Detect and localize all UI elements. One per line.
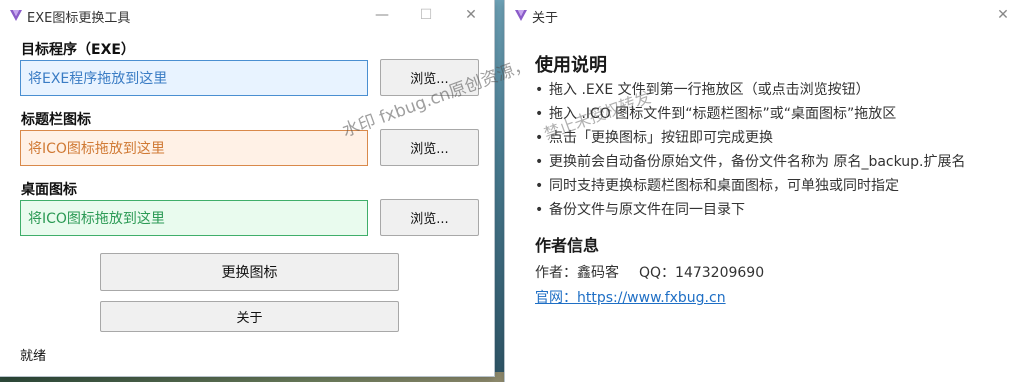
minimize-icon: — <box>375 7 389 23</box>
close-button[interactable]: ✕ <box>449 0 493 30</box>
minimize-button[interactable]: — <box>360 0 404 30</box>
exe-drop-text: 将EXE程序拖放到这里 <box>28 71 168 87</box>
about-button[interactable]: 关于 <box>100 301 399 332</box>
app-logo-icon <box>515 10 527 21</box>
exe-drop-zone[interactable]: 将EXE程序拖放到这里 <box>20 60 368 96</box>
close-icon: ✕ <box>465 7 477 23</box>
usage-heading: 使用说明 <box>535 55 607 76</box>
usage-list: • 拖入 .EXE 文件到第一行拖放区（或点击浏览按钮） • 拖入 .ICO 图标文… <box>535 78 966 222</box>
exe-browse-button[interactable]: 浏览... <box>380 59 479 96</box>
list-item: • 拖入 .EXE 文件到第一行拖放区（或点击浏览按钮） <box>535 78 966 102</box>
list-item: • 备份文件与原文件在同一目录下 <box>535 198 966 222</box>
bullet-icon: • <box>535 106 544 122</box>
list-item: • 拖入 .ICO 图标文件到“标题栏图标”或“桌面图标”拖放区 <box>535 102 966 126</box>
app-logo-icon <box>10 10 22 21</box>
main-window-title: EXE图标更换工具 <box>27 11 131 26</box>
desktop-icon-browse-button[interactable]: 浏览... <box>380 199 479 236</box>
author-name: 作者：鑫码客 <box>535 265 619 281</box>
bullet-icon: • <box>535 202 544 218</box>
author-info: 作者：鑫码客 QQ：1473209690 <box>535 262 764 282</box>
titlebar-icon-drop-text: 将ICO图标拖放到这里 <box>28 141 165 157</box>
desktop-icon-drop-zone[interactable]: 将ICO图标拖放到这里 <box>20 200 368 236</box>
author-heading: 作者信息 <box>535 236 600 255</box>
list-item: • 同时支持更换标题栏图标和桌面图标，可单独或同时指定 <box>535 174 966 198</box>
main-window: EXE图标更换工具 — ☐ ✕ 目标程序（EXE） 将EXE程序拖放到这里 浏览… <box>0 0 494 376</box>
maximize-button[interactable]: ☐ <box>404 0 448 30</box>
main-titlebar[interactable]: EXE图标更换工具 — ☐ ✕ <box>0 0 494 30</box>
bullet-icon: • <box>535 130 544 146</box>
titlebar-icon-browse-button[interactable]: 浏览... <box>380 129 479 166</box>
replace-icon-button[interactable]: 更换图标 <box>100 253 399 291</box>
about-titlebar[interactable]: 关于 ✕ <box>505 0 1019 30</box>
status-bar: 就绪 <box>12 343 480 365</box>
website-link[interactable]: 官网：https://www.fxbug.cn <box>535 287 726 307</box>
titlebar-icon-section-label: 标题栏图标 <box>21 112 91 128</box>
desktop-icon-drop-text: 将ICO图标拖放到这里 <box>28 211 165 227</box>
bullet-icon: • <box>535 82 544 98</box>
desktop-icon-section-label: 桌面图标 <box>21 182 77 198</box>
bullet-icon: • <box>535 178 544 194</box>
status-text: 就绪 <box>20 348 47 364</box>
about-close-button[interactable]: ✕ <box>981 0 1019 30</box>
about-window: 关于 ✕ 使用说明 • 拖入 .EXE 文件到第一行拖放区（或点击浏览按钮） • 拖… <box>505 0 1019 382</box>
list-item: • 更换前会自动备份原始文件，备份文件名称为 原名_backup.扩展名 <box>535 150 966 174</box>
author-qq: QQ：1473209690 <box>639 265 765 281</box>
bullet-icon: • <box>535 154 544 170</box>
maximize-icon: ☐ <box>419 7 433 23</box>
titlebar-icon-drop-zone[interactable]: 将ICO图标拖放到这里 <box>20 130 368 166</box>
about-window-title: 关于 <box>532 11 559 26</box>
close-icon: ✕ <box>997 7 1009 23</box>
exe-section-label: 目标程序（EXE） <box>21 42 135 58</box>
list-item: • 点击「更换图标」按钮即可完成更换 <box>535 126 966 150</box>
